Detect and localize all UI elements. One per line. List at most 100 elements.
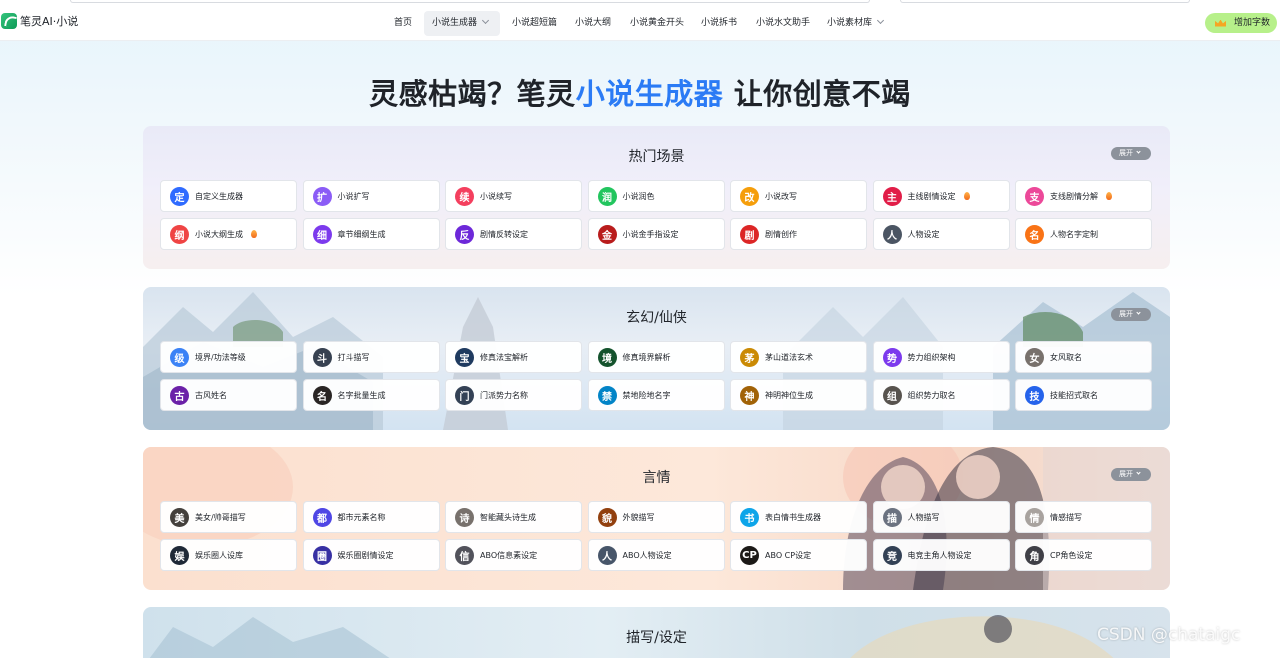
scene-card[interactable]: 人人物设定 [872,218,1010,250]
scene-grid: 美美女/帅哥描写都都市元素名称诗智能藏头诗生成貌外貌描写书表白情书生成器描人物描… [160,501,1152,571]
scene-card[interactable]: 书表白情书生成器 [730,501,867,533]
scene-icon: 定 [170,186,189,206]
nav-item-book-breakdown[interactable]: 小说拆书 [693,11,745,36]
scene-card[interactable]: 斗打斗描写 [302,341,440,373]
scene-card-label: 修真境界解析 [622,352,671,362]
nav-item-super-short[interactable]: 小说超短篇 [504,11,565,36]
scene-card[interactable]: 美美女/帅哥描写 [160,501,297,533]
scene-icon: 信 [455,545,474,565]
nav-item-material-library[interactable]: 小说素材库 [819,11,891,36]
scene-icon: 金 [597,224,617,244]
scene-card-label: 打斗描写 [337,352,370,362]
section-title: 玄幻/仙侠 [626,310,687,326]
scene-card[interactable]: 描人物描写 [872,501,1010,533]
scene-card[interactable]: 女女风取名 [1015,341,1152,373]
scene-card-label: 神明神位生成 [765,390,813,400]
scene-card[interactable]: 润小说润色 [587,180,725,212]
scene-card[interactable]: 情情感描写 [1015,501,1152,533]
nav-item-label: 小说大纲 [575,18,612,28]
scene-card-label: 势力组织架构 [907,352,956,362]
scene-card[interactable]: 神神明神位生成 [730,379,867,411]
scene-icon: 人 [597,545,617,565]
scene-card[interactable]: 势势力组织架构 [872,341,1010,373]
scene-card-label: 古风姓名 [195,390,227,400]
scene-card-label: 情感描写 [1050,512,1082,522]
nav-item-label: 小说素材库 [827,18,873,28]
scene-card[interactable]: 宝修真法宝解析 [445,341,582,373]
section-fantasy-xianxia: 玄幻/仙侠 展开 级境界/功法等级斗打斗描写宝修真法宝解析境修真境界解析茅茅山道… [143,287,1170,430]
scene-card-label: 技能招式取名 [1050,390,1098,400]
scene-card[interactable]: 都都市元素名称 [302,501,440,533]
scene-card[interactable]: 名人物名字定制 [1015,218,1152,250]
expand-button[interactable]: 展开 [1111,147,1151,160]
scene-card[interactable]: 禁禁地险地名字 [587,379,725,411]
scene-card[interactable]: 组组织势力取名 [872,379,1010,411]
scene-card-label: 人物描写 [907,512,940,522]
scene-card[interactable]: 技技能招式取名 [1015,379,1152,411]
expand-label: 展开 [1119,310,1133,318]
scene-card-label: 自定义生成器 [195,191,243,201]
scene-card[interactable]: 剧剧情创作 [730,218,867,250]
nav-item-label: 小说生成器 [432,18,478,28]
scene-card[interactable]: 古古风姓名 [160,379,297,411]
scene-card[interactable]: 反剧情反转设定 [445,218,582,250]
scene-card[interactable]: 信 ABO信息素设定 [445,539,582,571]
scene-card-label: 门派势力名称 [480,390,528,400]
scene-card[interactable]: 续小说续写 [445,180,582,212]
scene-card[interactable]: 纲小说大纲生成 [160,218,297,250]
nav-item-home[interactable]: 首页 [386,11,420,36]
nav-item-outline[interactable]: 小说大纲 [567,11,619,36]
scene-card[interactable]: CP ABO CP设定 [730,539,867,571]
scene-card-label: 支线剧情分解 [1050,191,1098,201]
scene-card[interactable]: 定自定义生成器 [160,180,297,212]
scene-card[interactable]: 细章节细纲生成 [302,218,440,250]
scene-card[interactable]: 貌外貌描写 [587,501,725,533]
nav-item-novel-generator[interactable]: 小说生成器 [424,11,500,36]
scene-icon: 美 [170,507,189,527]
scene-icon: 娱 [170,545,189,565]
fire-hot-icon [963,192,970,200]
nav-item-label: 小说拆书 [701,18,738,28]
scene-card[interactable]: 圈娱乐圈剧情设定 [302,539,440,571]
scene-icon: 竞 [882,545,902,565]
scene-card[interactable]: 级境界/功法等级 [160,341,297,373]
scene-card[interactable]: 竞电竞主角人物设定 [872,539,1010,571]
scene-card[interactable]: 诗智能藏头诗生成 [445,501,582,533]
scene-card-label: 女风取名 [1050,352,1082,362]
scene-card-label: 智能藏头诗生成 [480,512,536,522]
scene-icon: 改 [740,186,759,206]
scene-card[interactable]: 境修真境界解析 [587,341,725,373]
scene-card[interactable]: 娱娱乐圈人设库 [160,539,297,571]
scene-card-label: 名字批量生成 [337,390,386,400]
scene-card-label: 外貌描写 [622,512,655,522]
scene-icon: 诗 [455,507,474,527]
scene-card[interactable]: 角 CP角色设定 [1015,539,1152,571]
scene-card-label: 小说续写 [480,191,512,201]
hero-text-2: 让你创意不竭 [723,77,911,111]
scene-card-label: 娱乐圈人设库 [195,550,243,560]
scene-card[interactable]: 人 ABO人物设定 [587,539,725,571]
scene-card[interactable]: 支支线剧情分解 [1015,180,1152,212]
hero-highlight: 小说生成器 [575,77,724,111]
scene-icon: 细 [312,224,332,244]
scene-card[interactable]: 扩小说扩写 [302,180,440,212]
scene-card-label: 小说扩写 [337,191,370,201]
scene-icon: 组 [882,385,902,405]
add-words-button[interactable]: 增加字数 [1205,13,1277,33]
expand-button[interactable]: 展开 [1111,468,1151,481]
nav-item-golden-opening[interactable]: 小说黄金开头 [622,11,692,36]
scene-icon: 纲 [170,224,189,244]
scene-icon: 势 [882,347,902,367]
scene-card[interactable]: 名名字批量生成 [302,379,440,411]
expand-button[interactable]: 展开 [1111,308,1151,321]
site-logo[interactable]: 笔灵AI·小说 [1,13,78,29]
scene-card[interactable]: 金小说金手指设定 [587,218,725,250]
scene-card[interactable]: 门门派势力名称 [445,379,582,411]
scene-card[interactable]: 主主线剧情设定 [872,180,1010,212]
scene-card[interactable]: 改小说改写 [730,180,867,212]
section-title: 言情 [642,470,671,486]
scene-card[interactable]: 茅茅山道法玄术 [730,341,867,373]
nav-item-filler-assistant[interactable]: 小说水文助手 [748,11,818,36]
chevron-down-icon [481,16,490,25]
scene-icon: 情 [1025,507,1044,527]
